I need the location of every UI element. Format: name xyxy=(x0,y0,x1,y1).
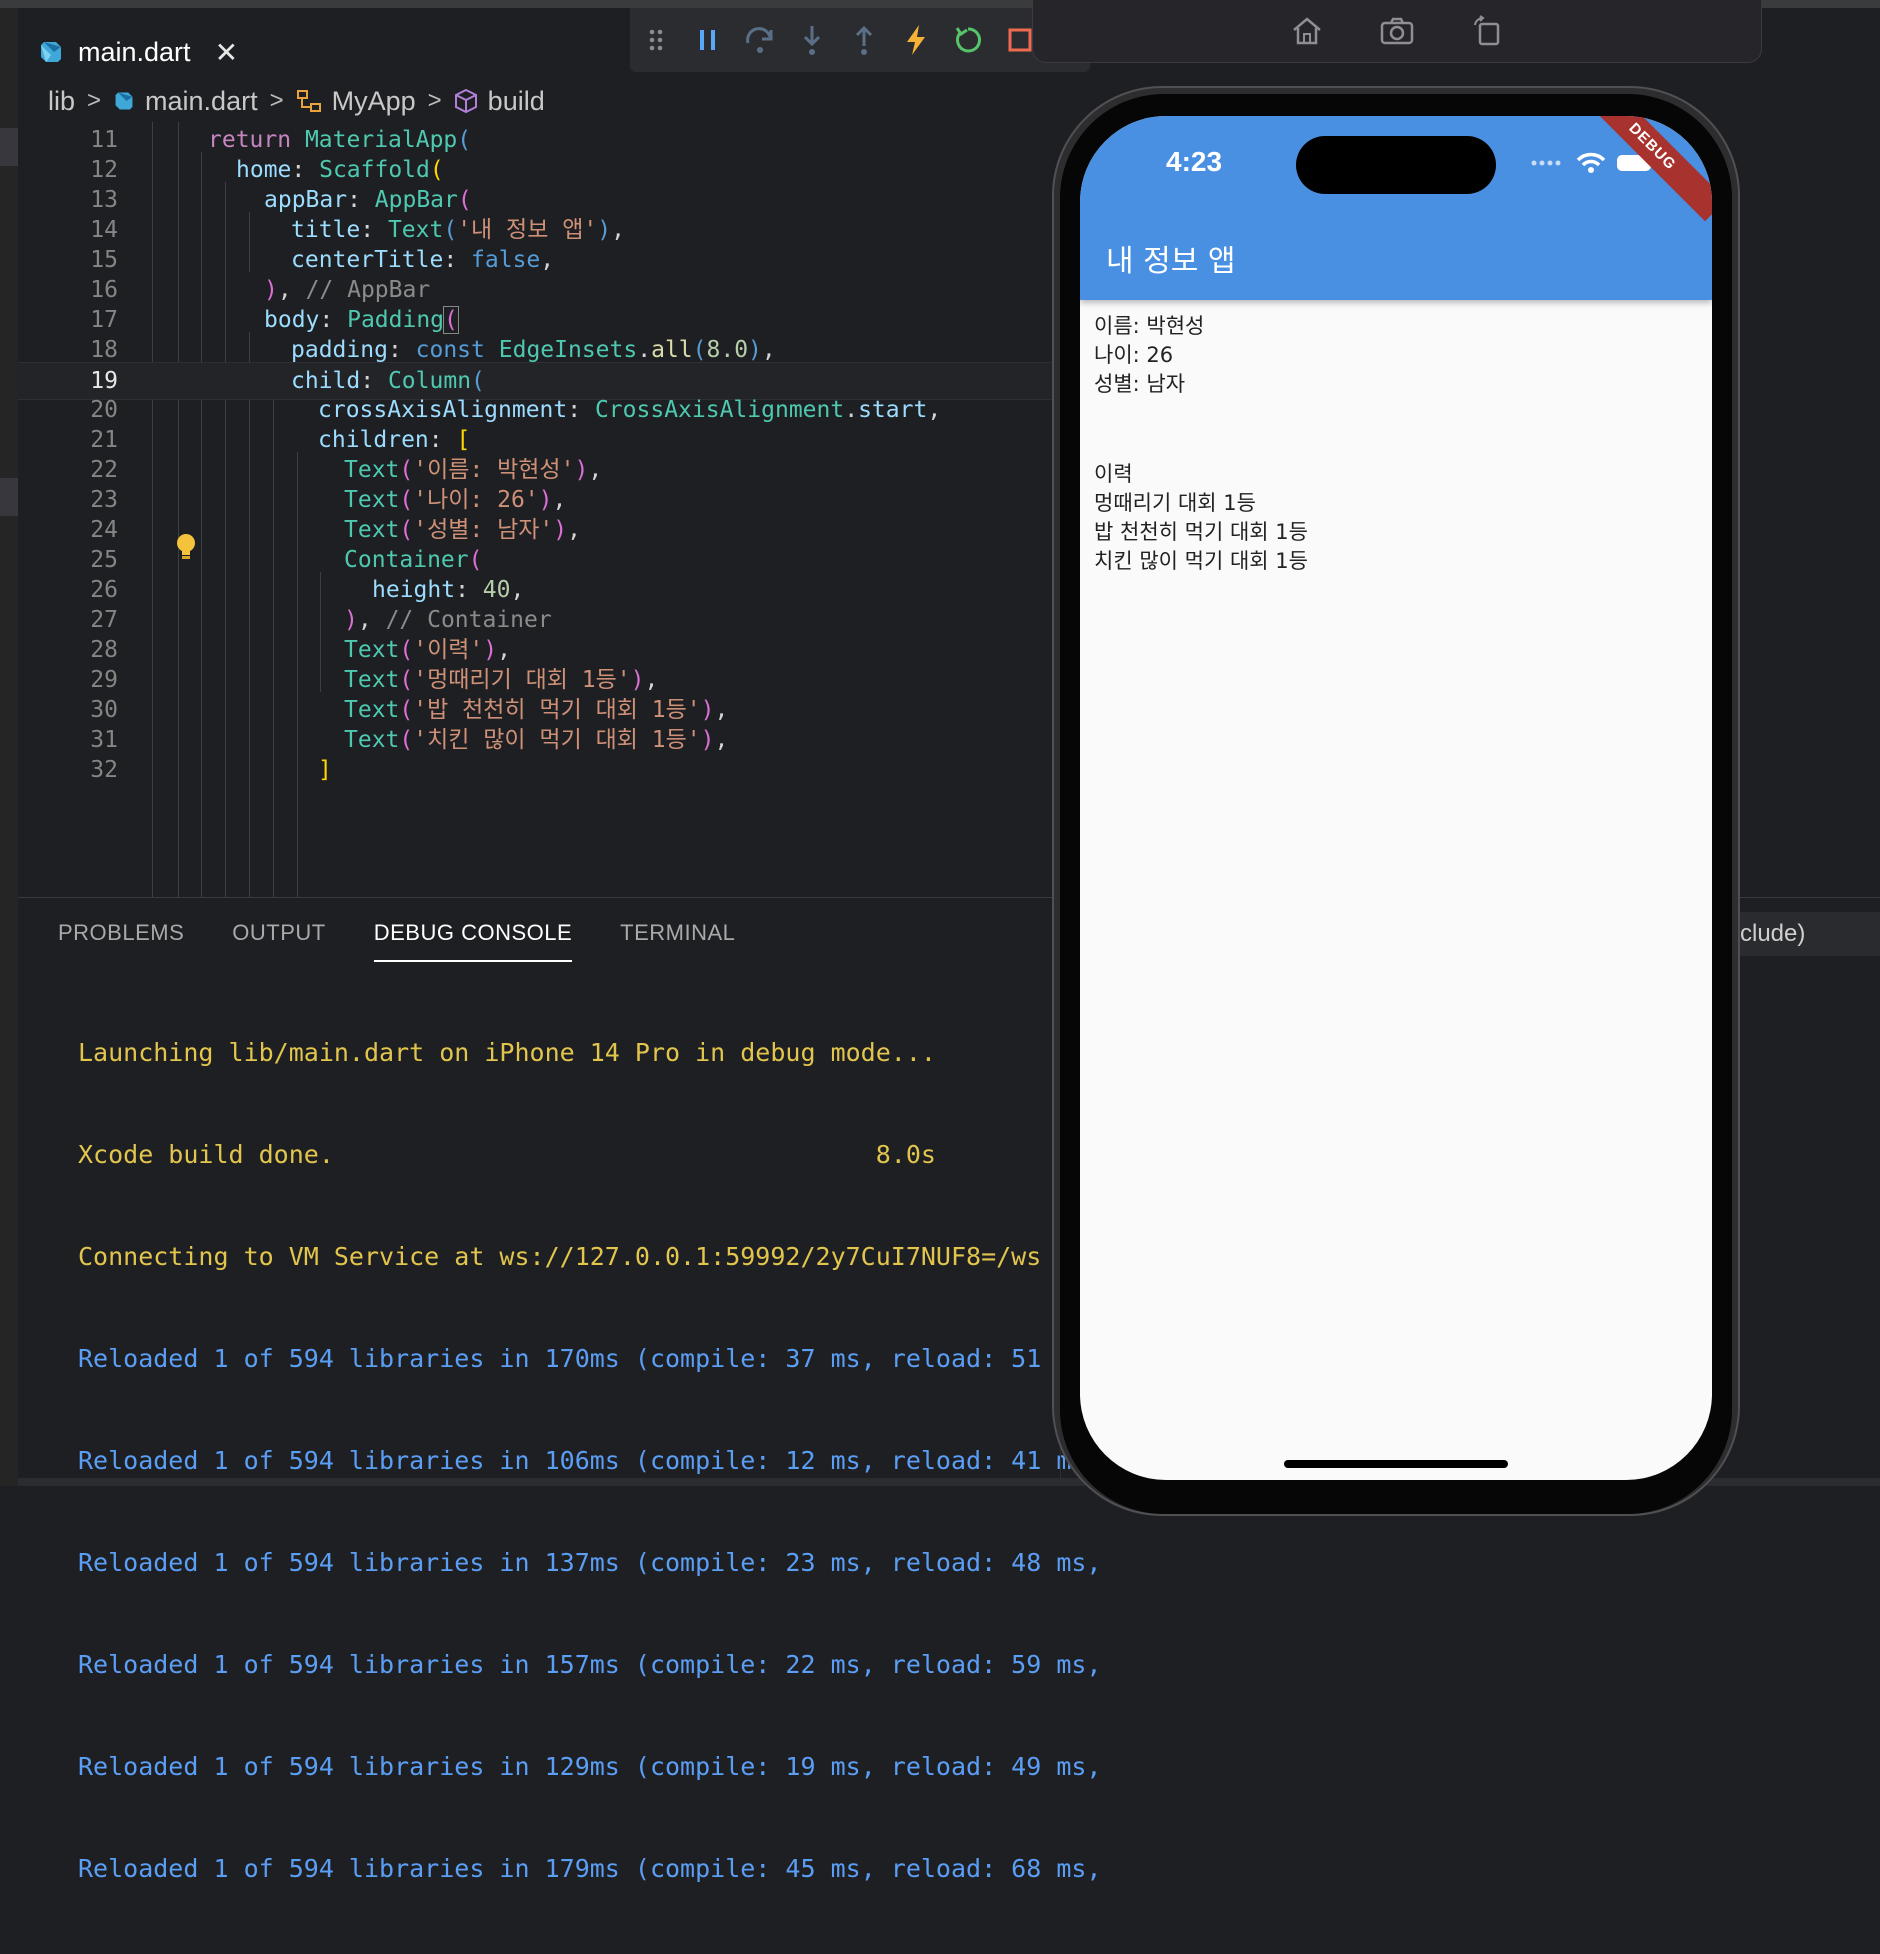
breadcrumb-label: lib xyxy=(48,85,76,116)
breadcrumb-myapp[interactable]: MyApp xyxy=(296,86,416,117)
tab-debug-console[interactable]: DEBUG CONSOLE xyxy=(373,920,573,962)
breadcrumb-main-dart[interactable]: main.dart xyxy=(113,86,258,117)
tab-terminal[interactable]: TERMINAL xyxy=(620,920,735,962)
home-indicator[interactable] xyxy=(1284,1460,1508,1468)
class-icon xyxy=(296,90,321,112)
debug-toolbar xyxy=(630,8,1090,72)
gutter-marker xyxy=(0,128,18,166)
console-line: Xcode build done. 8.0s xyxy=(78,1140,936,1169)
app-bar: 4:23 DEBUG 내 정보 앱 xyxy=(1080,116,1712,300)
pause-icon[interactable] xyxy=(682,15,734,65)
console-line: Reloaded 1 of 594 libraries in 106ms (co… xyxy=(78,1446,1102,1475)
info-name: 이름: 박현성 xyxy=(1094,314,1205,338)
breadcrumb-label: MyApp xyxy=(331,85,416,116)
status-icons xyxy=(1530,152,1656,174)
console-filter-input[interactable]: clude) xyxy=(1740,912,1880,956)
signal-icon xyxy=(1531,160,1561,166)
debug-console-output: Launching lib/main.dart on iPhone 14 Pro… xyxy=(78,968,1102,1954)
code-line: 32] xyxy=(90,757,332,783)
history-item: 밥 천천히 먹기 대회 1등 xyxy=(1094,520,1308,544)
activity-gutter xyxy=(0,8,18,1486)
simulator-screen[interactable]: 4:23 DEBUG 내 정보 앱 이름: 박현성 나이: 26 성별: 남자 … xyxy=(1080,116,1712,1480)
tab-label: main.dart xyxy=(78,36,191,67)
history-heading: 이력 xyxy=(1094,462,1133,486)
console-line: Reloaded 1 of 594 libraries in 137ms (co… xyxy=(78,1548,1102,1577)
breadcrumb-separator: > xyxy=(269,87,284,114)
console-line: Reloaded 1 of 594 libraries in 129ms (co… xyxy=(78,1752,1102,1781)
panel-tabs: PROBLEMS OUTPUT DEBUG CONSOLE TERMINAL xyxy=(58,920,735,962)
tab-problems[interactable]: PROBLEMS xyxy=(58,920,184,962)
breadcrumb-build[interactable]: build xyxy=(454,86,545,117)
breadcrumb-label: build xyxy=(487,85,545,116)
breadcrumb-label: main.dart xyxy=(145,85,258,116)
tab-main-dart[interactable]: main.dart ✕ xyxy=(38,22,278,82)
breadcrumb: lib > main.dart > MyApp > build xyxy=(48,80,545,122)
lightbulb-icon[interactable] xyxy=(174,532,198,562)
history-list: 이력 멍때리기 대회 1등 밥 천천히 먹기 대회 1등 치킨 많이 먹기 대회… xyxy=(1094,460,1308,576)
console-line: Reloaded 1 of 594 libraries in 179ms (co… xyxy=(78,1854,1102,1883)
console-line: Reloaded 1 of 594 libraries in 170ms (co… xyxy=(78,1344,1102,1373)
simulator-toolbar xyxy=(1032,0,1762,63)
gutter-marker xyxy=(0,478,18,516)
console-line: Launching lib/main.dart on iPhone 14 Pro… xyxy=(78,1038,936,1067)
info-list: 이름: 박현성 나이: 26 성별: 남자 xyxy=(1094,312,1204,399)
close-icon[interactable]: ✕ xyxy=(215,36,238,69)
app-title: 내 정보 앱 xyxy=(1106,244,1236,279)
history-item: 치킨 많이 먹기 대회 1등 xyxy=(1094,549,1308,573)
wifi-icon xyxy=(1576,152,1606,173)
console-line: Connecting to VM Service at ws://127.0.0… xyxy=(78,1242,1042,1271)
step-out-icon[interactable] xyxy=(838,15,890,65)
tab-output[interactable]: OUTPUT xyxy=(232,920,325,962)
screenshot-icon[interactable] xyxy=(1377,11,1417,51)
console-line: Reloaded 1 of 594 libraries in 157ms (co… xyxy=(78,1650,1102,1679)
dynamic-island xyxy=(1296,136,1496,194)
dart-file-icon xyxy=(41,42,61,62)
history-item: 멍때리기 대회 1등 xyxy=(1094,491,1256,515)
hot-reload-icon[interactable] xyxy=(890,15,942,65)
code-editor[interactable]: 11 return MaterialApp( 12 home: Scaffold( … xyxy=(18,122,1058,897)
method-icon xyxy=(454,88,477,114)
breadcrumb-separator: > xyxy=(87,87,102,114)
dart-file-icon xyxy=(115,92,133,110)
breadcrumb-separator: > xyxy=(427,87,442,114)
drag-handle-icon[interactable] xyxy=(630,15,682,65)
info-age: 나이: 26 xyxy=(1094,343,1174,367)
step-into-icon[interactable] xyxy=(786,15,838,65)
restart-icon[interactable] xyxy=(942,15,994,65)
status-time: 4:23 xyxy=(1166,146,1223,177)
info-gender: 성별: 남자 xyxy=(1094,372,1186,396)
rotate-icon[interactable] xyxy=(1467,11,1507,51)
step-over-icon[interactable] xyxy=(734,15,786,65)
bottom-panel: PROBLEMS OUTPUT DEBUG CONSOLE TERMINAL L… xyxy=(18,898,1102,1883)
home-icon[interactable] xyxy=(1287,11,1327,51)
breadcrumb-lib[interactable]: lib xyxy=(48,86,75,117)
